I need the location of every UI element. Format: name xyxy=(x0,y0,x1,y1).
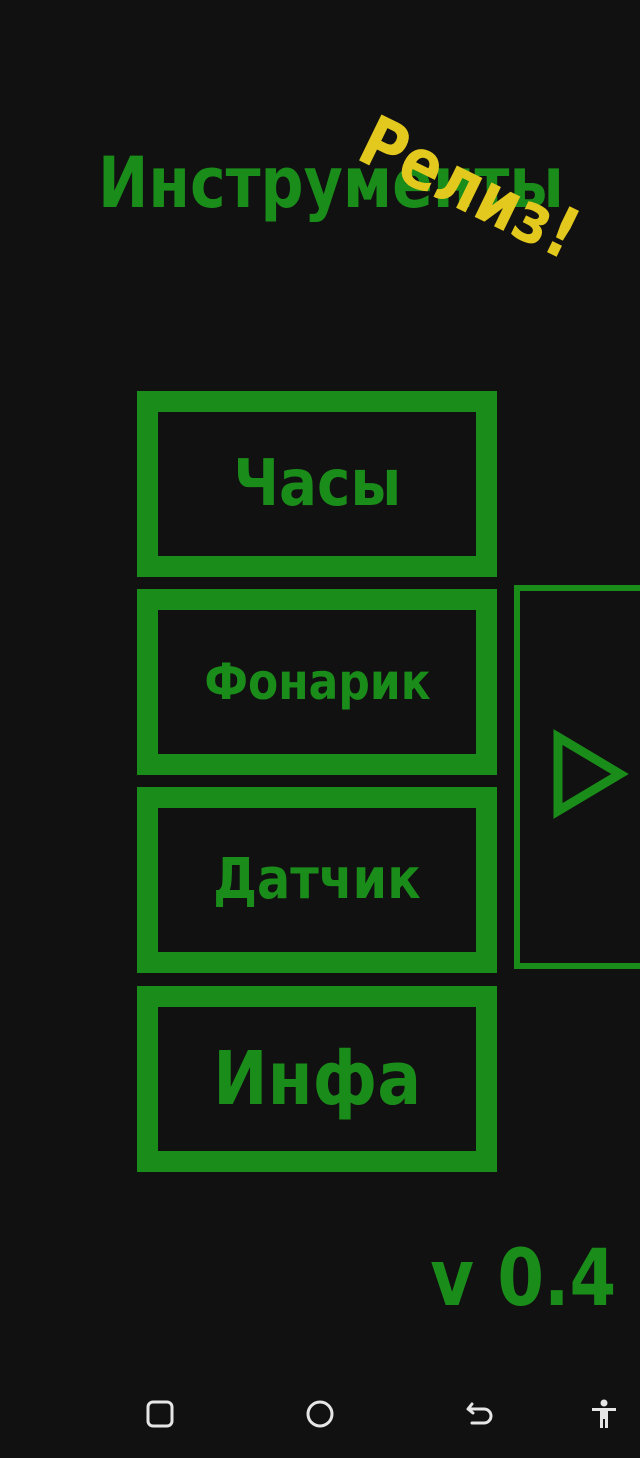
clock-button-label: Часы xyxy=(233,447,401,521)
flashlight-button[interactable]: Фонарик xyxy=(137,589,497,775)
info-button-label: Инфа xyxy=(212,1036,422,1122)
back-icon[interactable] xyxy=(464,1398,496,1430)
version-label: v 0.4 xyxy=(430,1234,616,1324)
info-button[interactable]: Инфа xyxy=(137,986,497,1172)
release-badge: Релиз! xyxy=(346,99,593,276)
next-page-button[interactable] xyxy=(514,585,640,969)
flashlight-button-label: Фонарик xyxy=(203,653,431,711)
home-icon[interactable] xyxy=(304,1398,336,1430)
clock-button[interactable]: Часы xyxy=(137,391,497,577)
recent-apps-icon[interactable] xyxy=(144,1398,176,1430)
play-triangle-icon xyxy=(553,729,629,819)
sensor-button[interactable]: Датчик xyxy=(137,787,497,973)
accessibility-icon[interactable] xyxy=(588,1398,620,1430)
sensor-button-label: Датчик xyxy=(213,847,421,912)
system-nav-bar xyxy=(0,1370,640,1458)
